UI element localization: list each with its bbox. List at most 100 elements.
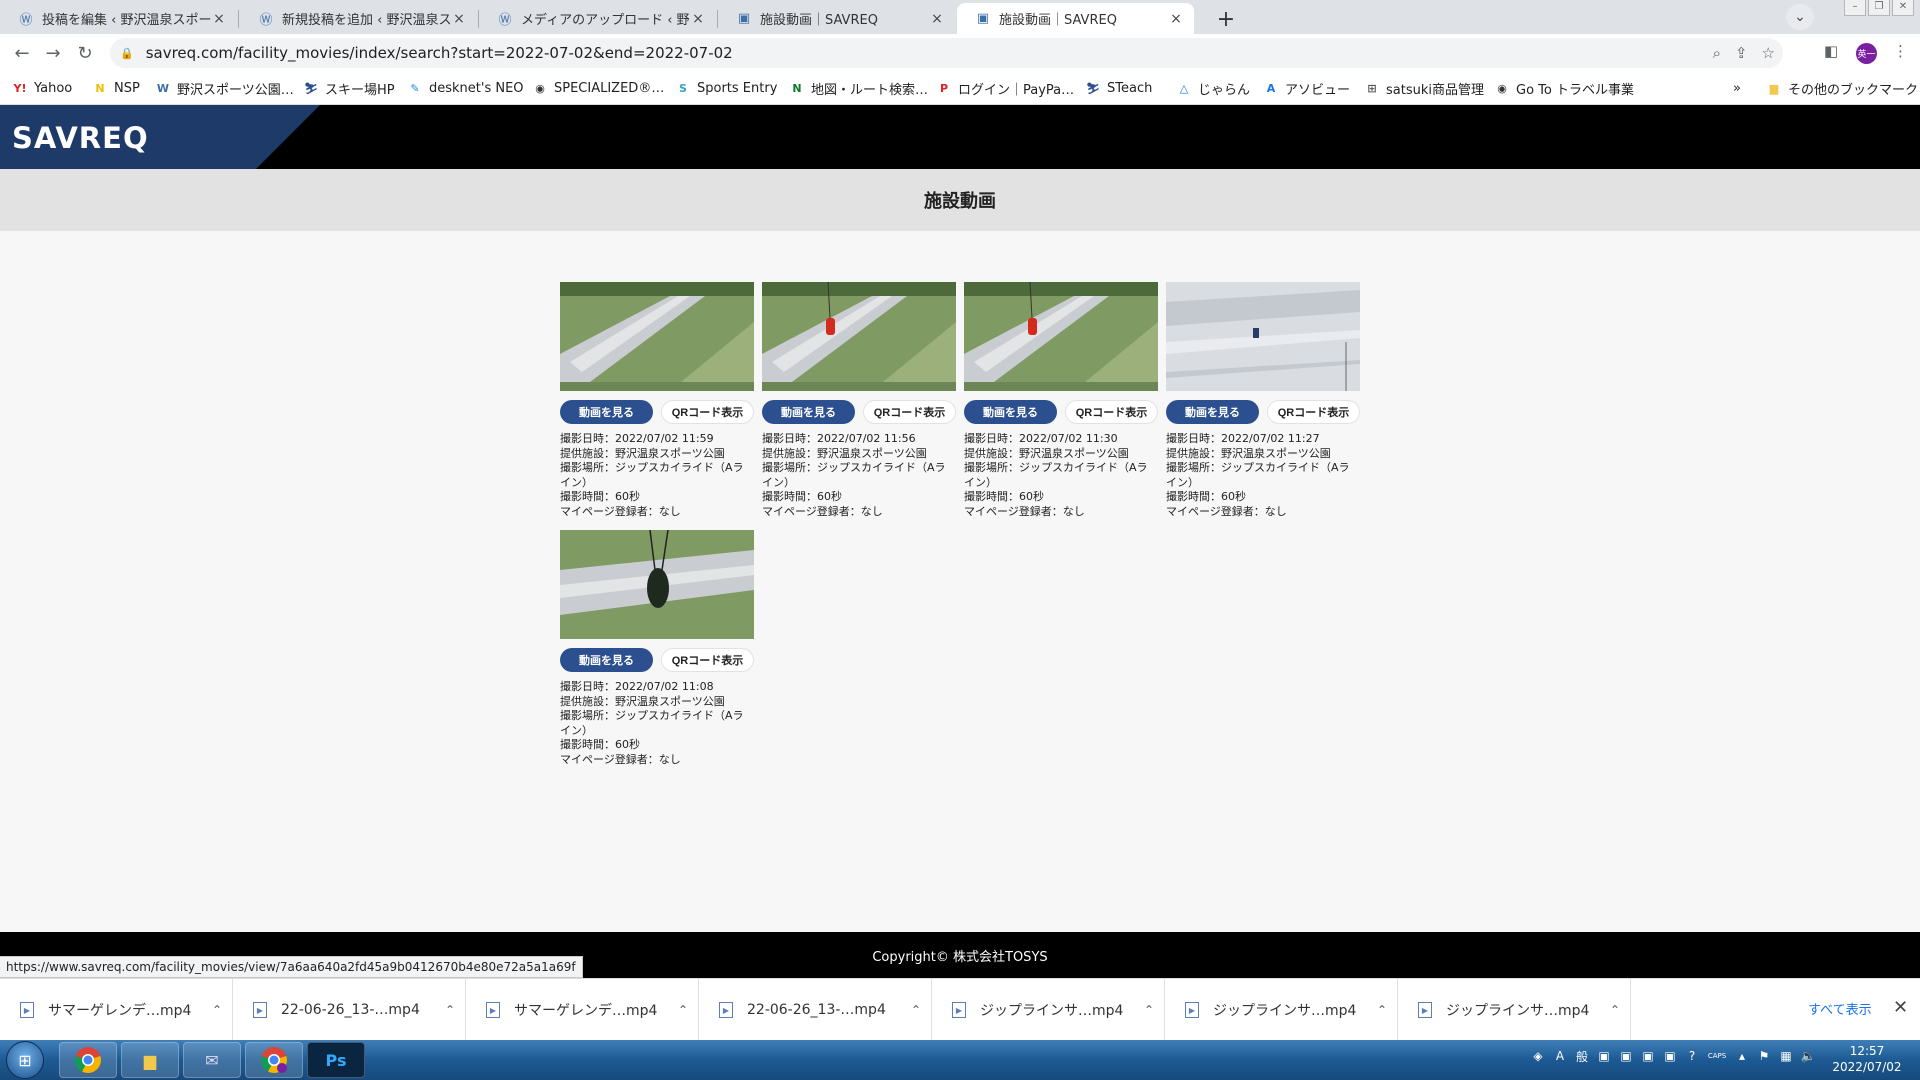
watch-video-button[interactable]: 動画を見る [964, 400, 1057, 424]
page-title-band: 施設動画 [0, 169, 1920, 231]
profile-avatar[interactable]: 英一 [1856, 43, 1877, 64]
other-bookmarks-folder[interactable]: ▆ その他のブックマーク [1766, 79, 1918, 98]
forward-button[interactable]: → [41, 41, 65, 65]
video-thumbnail[interactable] [762, 282, 956, 391]
minimize-button[interactable]: – [1844, 0, 1866, 16]
bookmark-item[interactable]: △ じゃらん [1176, 79, 1250, 98]
bookmark-item[interactable]: P ログイン｜PayPa… [936, 79, 1074, 98]
show-qr-code-button[interactable]: QRコード表示 [1267, 400, 1360, 424]
watch-video-button[interactable]: 動画を見る [560, 400, 653, 424]
close-downloads-bar-icon[interactable]: ✕ [1893, 997, 1908, 1018]
reload-button[interactable]: ↻ [73, 41, 97, 65]
back-button[interactable]: ← [10, 41, 34, 65]
tray-app-icon[interactable]: ▣ [1618, 1048, 1634, 1064]
download-item[interactable]: ▶ 22-06-26_13-…mp4 ⌃ [233, 979, 466, 1041]
show-qr-code-button[interactable]: QRコード表示 [661, 648, 754, 672]
taskbar-chrome[interactable] [59, 1042, 117, 1078]
help-icon[interactable]: ? [1684, 1048, 1700, 1064]
tray-expand-icon[interactable]: ▴ [1734, 1048, 1750, 1064]
bookmark-item[interactable]: Y! Yahoo [12, 79, 73, 97]
antivirus-icon[interactable]: ◈ [1530, 1048, 1546, 1064]
download-item[interactable]: ▶ ジップラインサ…mp4 ⌃ [932, 979, 1165, 1041]
download-item[interactable]: ▶ ジップラインサ…mp4 ⌃ [1398, 979, 1631, 1041]
close-tab-icon[interactable]: × [690, 11, 706, 27]
new-tab-button[interactable]: + [1212, 5, 1240, 33]
ime-mode-icon[interactable]: 般 [1574, 1048, 1590, 1064]
menu-kebab-icon[interactable]: ⋮ [1893, 42, 1908, 60]
show-all-downloads-link[interactable]: すべて表示 [1808, 999, 1872, 1018]
chevron-up-icon[interactable]: ⌃ [202, 1003, 232, 1017]
browser-tab[interactable]: Ⓦ メディアのアップロード ‹ 野沢温× [479, 3, 716, 34]
close-tab-icon[interactable]: × [1168, 11, 1184, 27]
tab-search-button[interactable]: ⌄ [1786, 4, 1814, 30]
close-tab-icon[interactable]: × [451, 11, 467, 27]
watch-video-button[interactable]: 動画を見る [560, 648, 653, 672]
show-qr-code-button[interactable]: QRコード表示 [661, 400, 754, 424]
taskbar-chrome-profile[interactable] [245, 1042, 303, 1078]
bookmark-item[interactable]: ◉ Go To トラベル事業 [1494, 79, 1634, 98]
browser-toolbar: ← → ↻ 🔒 savreq.com/facility_movies/index… [0, 34, 1920, 72]
taskbar-photoshop[interactable]: Ps [307, 1042, 365, 1078]
bookmark-item[interactable]: N NSP [92, 79, 139, 97]
download-item[interactable]: ▶ ジップラインサ…mp4 ⌃ [1165, 979, 1398, 1041]
bookmark-item[interactable]: S Sports Entry [675, 79, 777, 97]
share-icon[interactable]: ⇪ [1735, 44, 1748, 62]
tray-app-icon[interactable]: ▣ [1640, 1048, 1656, 1064]
network-icon[interactable]: ▦ [1778, 1048, 1794, 1064]
chevron-up-icon[interactable]: ⌃ [1134, 1003, 1164, 1017]
bookmark-item[interactable]: ⛷ STeach [1085, 79, 1152, 97]
taskbar-explorer[interactable]: ▆ [121, 1042, 179, 1078]
restore-button[interactable]: ❐ [1868, 0, 1890, 16]
bookmarks-overflow-button[interactable]: » [1733, 79, 1741, 97]
video-thumbnail[interactable] [1166, 282, 1360, 391]
taskbar-clock[interactable]: 12:57 2022/07/02 [1822, 1043, 1912, 1075]
address-bar[interactable]: 🔒 savreq.com/facility_movies/index/searc… [110, 38, 1783, 68]
chevron-up-icon[interactable]: ⌃ [901, 1003, 931, 1017]
video-thumbnail[interactable] [560, 282, 754, 391]
chevron-up-icon[interactable]: ⌃ [1367, 1003, 1397, 1017]
video-thumbnail[interactable] [560, 530, 754, 639]
bookmark-star-icon[interactable]: ☆ [1762, 44, 1775, 62]
chevron-up-icon[interactable]: ⌃ [1600, 1003, 1630, 1017]
savreq-logo[interactable]: SAVREQ [12, 121, 149, 155]
ime-icon[interactable]: A [1552, 1048, 1568, 1064]
bookmark-item[interactable]: ✎ desknet's NEO [407, 79, 523, 97]
watch-video-button[interactable]: 動画を見る [1166, 400, 1259, 424]
video-thumbnail[interactable] [964, 282, 1158, 391]
flag-icon[interactable]: ⚑ [1756, 1048, 1772, 1064]
download-item[interactable]: ▶ 22-06-26_13-…mp4 ⌃ [699, 979, 932, 1041]
taskbar-mail[interactable]: ✉ [183, 1042, 241, 1078]
browser-tab[interactable]: Ⓦ 新規投稿を追加 ‹ 野沢温泉スポー× [240, 3, 477, 34]
close-tab-icon[interactable]: × [211, 11, 227, 27]
show-qr-code-button[interactable]: QRコード表示 [863, 400, 956, 424]
file-icon: ▶ [486, 1002, 500, 1018]
chevron-up-icon[interactable]: ⌃ [668, 1003, 698, 1017]
bookmark-item[interactable]: N 地図・ルート検索… [789, 79, 928, 98]
watch-video-button[interactable]: 動画を見る [762, 400, 855, 424]
chevron-up-icon[interactable]: ⌃ [435, 1003, 465, 1017]
close-tab-icon[interactable]: × [929, 11, 945, 27]
bookmarks-bar: » ▆ その他のブックマーク Y! Yahoo N NSP W 野沢スポーツ公園… ⛷ スキー… [0, 72, 1920, 105]
browser-tab[interactable]: Ⓦ 投稿を編集 ‹ 野沢温泉スポーツ公× [0, 3, 237, 34]
start-button[interactable]: ⊞ [6, 1041, 44, 1079]
address-url[interactable]: savreq.com/facility_movies/index/search?… [146, 44, 733, 62]
zoom-icon[interactable]: ⌕ [1713, 44, 1721, 62]
browser-tab[interactable]: ▣ 施設動画｜SAVREQ × [718, 3, 955, 34]
chrome-icon [75, 1047, 101, 1074]
bookmark-item[interactable]: W 野沢スポーツ公園… [155, 79, 294, 98]
video-thumbnail-image [964, 282, 1158, 391]
browser-tab[interactable]: ▣ 施設動画｜SAVREQ × [957, 3, 1194, 34]
bookmark-item[interactable]: ⊞ satsuki商品管理 [1364, 79, 1484, 98]
close-window-button[interactable]: ✕ [1892, 0, 1914, 16]
side-panel-icon[interactable]: ◧ [1824, 42, 1838, 60]
tray-app-icon[interactable]: ▣ [1596, 1048, 1612, 1064]
volume-icon[interactable]: 🔈 [1800, 1048, 1816, 1064]
tray-app-icon[interactable]: ▣ [1662, 1048, 1678, 1064]
bookmark-item[interactable]: A アソビュー [1263, 79, 1350, 98]
bookmark-item[interactable]: ◉ SPECIALIZED®… [532, 79, 664, 97]
download-item[interactable]: ▶ サマーゲレンデ…mp4 ⌃ [466, 979, 699, 1041]
bookmark-item[interactable]: ⛷ スキー場HP [303, 79, 395, 98]
download-item[interactable]: ▶ サマーゲレンデ…mp4 ⌃ [0, 979, 233, 1041]
video-meta: 撮影日時：2022/07/02 11:30 提供施設：野沢温泉スポーツ公園 撮影場所… [964, 432, 1158, 520]
show-qr-code-button[interactable]: QRコード表示 [1065, 400, 1158, 424]
